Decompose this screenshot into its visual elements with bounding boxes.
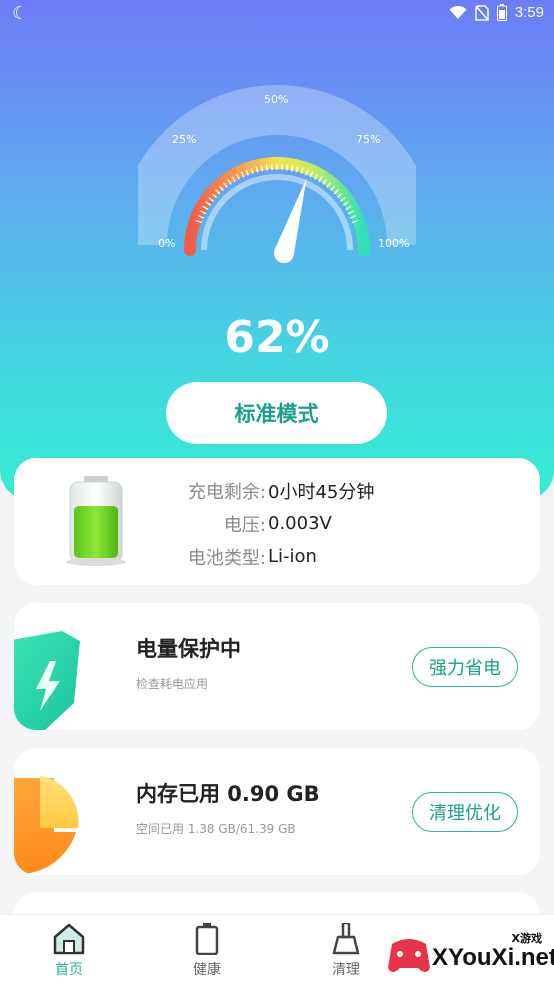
broom-icon [332,923,360,955]
tab-home[interactable]: 首页 [29,923,109,979]
info-value: 0小时45分钟 [268,481,375,503]
info-label: 电池类型: [187,547,266,569]
battery-info-card: 充电剩余: 0小时45分钟 电压: 0.003V 电池类型: Li-ion [14,458,540,585]
battery-percent: 62% [224,312,330,363]
card-title: 电量保护中 [136,637,241,661]
home-icon [53,923,85,955]
battery-icon [496,4,507,21]
gauge-dial [138,85,416,263]
watermark-logo: X游戏 XYouXi.net [384,926,554,982]
wifi-icon [449,5,467,19]
info-value: Li-ion [268,546,317,567]
clean-optimize-button[interactable]: 清理优化 [412,792,518,832]
info-row-remaining: 充电剩余: 0小时45分钟 [154,474,374,507]
tick-label-50: 50% [264,93,289,106]
standard-mode-button[interactable]: 标准模式 [166,382,387,444]
gamepad-logo-icon [388,939,430,972]
no-sim-icon [475,4,489,21]
power-protect-card[interactable]: 电量保护中 检查耗电应用 强力省电 [14,603,540,730]
card-subtitle: 检查耗电应用 [136,677,209,691]
gauge-ticks [195,164,359,224]
info-label: 充电剩余: [187,481,266,503]
power-save-button[interactable]: 强力省电 [412,647,518,687]
tick-label-25: 25% [172,133,197,146]
tick-label-0: 0% [158,237,176,250]
gauge-needle [274,178,307,263]
gauge-tick [265,164,268,171]
info-label: 电压: [223,514,266,536]
status-icons: 3:59 [449,4,544,21]
shield-lightning-icon [14,631,80,730]
tab-clean[interactable]: 清理 [306,923,386,979]
card-subtitle: 空间已用 1.38 GB/61.39 GB [136,822,296,836]
info-row-voltage: 电压: 0.003V [154,507,374,540]
tick-label-75: 75% [356,133,381,146]
status-time: 3:59 [514,4,544,21]
card-title: 内存已用 0.90 GB [136,782,320,806]
status-bar: ☾ 3:59 [0,0,554,28]
info-row-type: 电池类型: Li-ion [154,540,374,573]
tab-label: 健康 [193,962,221,978]
tab-health[interactable]: 健康 [167,923,247,979]
gauge-hub [274,243,294,263]
gauge-tick [286,164,289,171]
battery-info-rows: 充电剩余: 0小时45分钟 电压: 0.003V 电池类型: Li-ion [154,474,374,573]
moon-icon: ☾ [12,3,29,24]
battery-tab-icon [195,923,219,955]
tick-label-100: 100% [378,237,410,250]
tab-label: 清理 [332,962,360,978]
watermark-brand: XYouXi.net [432,944,554,971]
battery-illustration [66,476,126,566]
info-value: 0.003V [268,513,332,534]
memory-card[interactable]: 内存已用 0.90 GB 空间已用 1.38 GB/61.39 GB 清理优化 [14,748,540,875]
battery-gauge: 0% 25% 50% 75% 100% [138,75,416,285]
tab-label: 首页 [55,962,83,978]
storage-pie-icon [14,776,79,874]
